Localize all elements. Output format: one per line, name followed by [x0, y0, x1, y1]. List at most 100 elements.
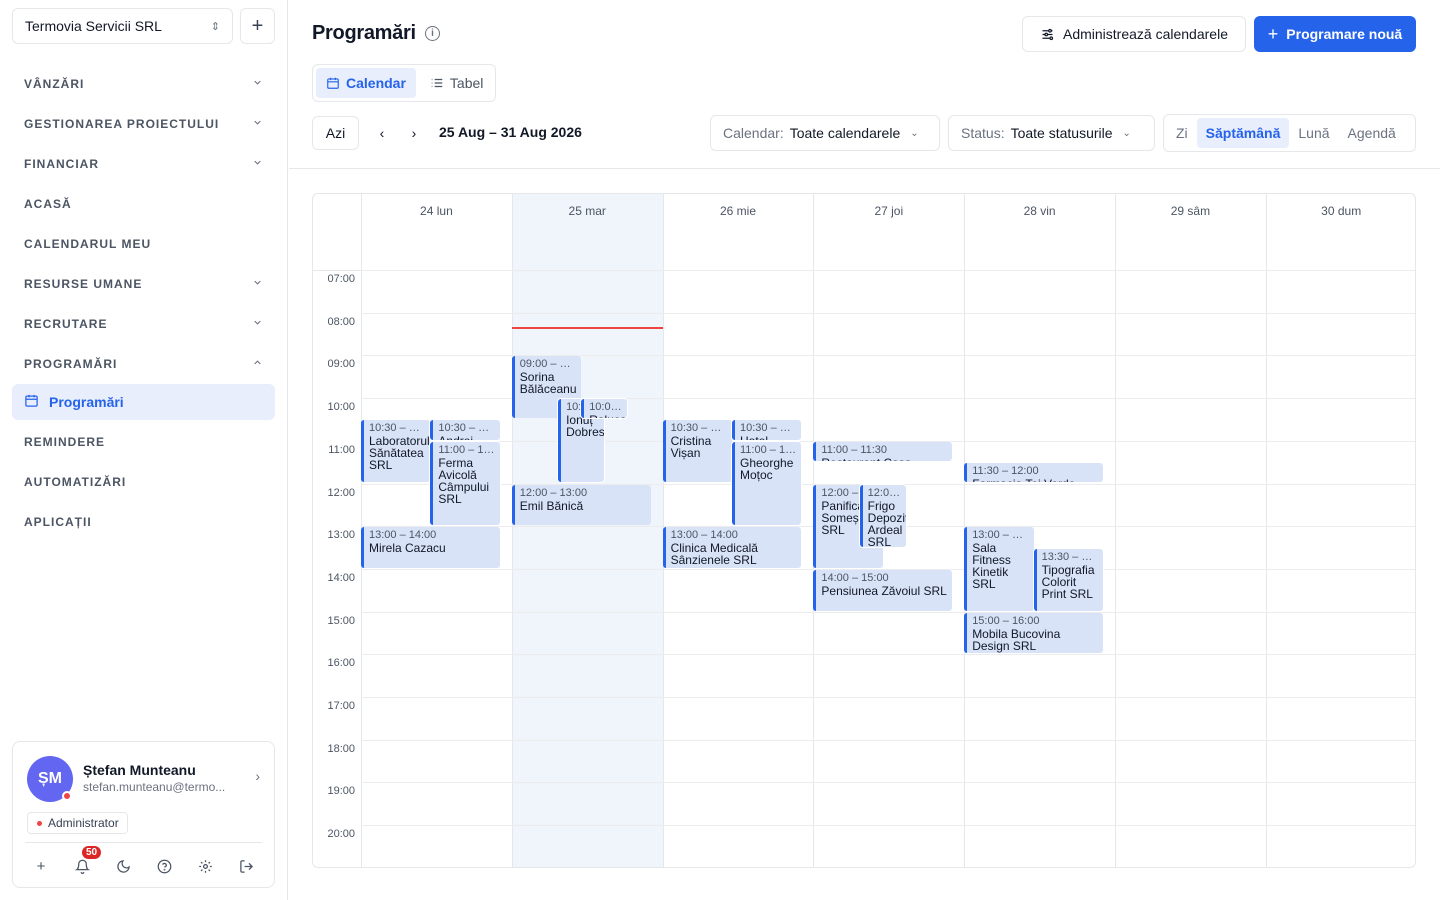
bell-icon[interactable]: 50 — [68, 846, 102, 880]
appointment-event[interactable]: 10:30 – 12:00Cristina Vișan — [662, 420, 732, 483]
day-header[interactable]: 29 sâm — [1115, 204, 1266, 218]
sidebar-item-aplicatii[interactable]: APLICAȚII — [12, 502, 275, 542]
appointment-title: Mirela Cazacu — [369, 541, 446, 556]
appointment-event[interactable]: 15:00 – 16:00 Mobila Bucovina Design SRL — [964, 612, 1103, 654]
new-appointment-button[interactable]: + Programare nouă — [1254, 16, 1416, 52]
appointment-event[interactable]: 11:30 – 12:00Farmacia Tei Verde — [964, 463, 1103, 483]
gear-icon[interactable] — [191, 852, 219, 880]
chevron-down-icon — [252, 117, 263, 131]
day-header[interactable]: 30 dum — [1266, 204, 1415, 218]
day-header[interactable]: 28 vin — [964, 204, 1115, 218]
sidebar-item-acasa[interactable]: ACASĂ — [12, 184, 275, 224]
appointment-title: Hotel — [740, 435, 796, 439]
sidebar-item-label: VÂNZĂRI — [24, 77, 85, 91]
chevron-right-icon[interactable]: › — [255, 768, 260, 784]
appointment-title: Laboratorul Sănătatea SRL — [369, 434, 430, 473]
hour-label: 08:00 — [327, 315, 355, 328]
appointment-event[interactable]: 11:00 – 13:00Ferma Avicolă Câmpului SRL — [430, 441, 500, 526]
sidebar-item-label: CALENDARUL MEU — [24, 237, 152, 251]
info-icon[interactable]: i — [425, 26, 440, 41]
manage-calendars-label: Administrează calendarele — [1063, 26, 1228, 42]
tab-calendar[interactable]: Calendar — [316, 68, 416, 98]
sidebar-item-automatizari[interactable]: AUTOMATIZĂRI — [12, 462, 275, 502]
calendar-filter[interactable]: Calendar: Toate calendarele ⌄ — [710, 115, 940, 151]
moon-icon[interactable] — [109, 852, 137, 880]
appointment-time: 13:30 – 15:00 — [1041, 550, 1098, 563]
appointment-title: Sorina Bălăceanu — [519, 370, 577, 397]
sidebar-item-financiar[interactable]: FINANCIAR — [12, 144, 275, 184]
help-icon[interactable] — [150, 852, 178, 880]
appointment-time: 11:00 – 11:30 — [821, 443, 888, 456]
sidebar-item-calendarul-meu[interactable]: CALENDARUL MEU — [12, 224, 275, 264]
appointment-event[interactable]: 10:30 – 12:00Laboratorul Sănătatea SRL — [361, 420, 431, 483]
sidebar-item-recrutare[interactable]: RECRUTARE — [12, 304, 275, 344]
tab-saptamana[interactable]: Săptămână — [1196, 118, 1290, 148]
tab-agenda[interactable]: Agendă — [1339, 118, 1405, 148]
day-header[interactable]: 24 lun — [361, 204, 512, 218]
appointment-time: 13:00 – 15:00 — [972, 529, 1028, 542]
sidebar-item-remindere[interactable]: REMINDERE — [12, 422, 275, 462]
today-button[interactable]: Azi — [312, 116, 359, 150]
hour-label: 17:00 — [327, 700, 355, 712]
appointment-event[interactable]: 13:00 – 15:00Sala Fitness Kinetik SRL — [964, 527, 1034, 611]
user-name[interactable]: Ștefan Munteanu — [83, 762, 196, 778]
tab-zi[interactable]: Zi — [1167, 118, 1197, 148]
sidebar-item-resurse-umane[interactable]: RESURSE UMANE — [12, 264, 275, 304]
appointment-event[interactable]: 14:00 – 15:00 Pensiunea Zăvoiul SRL — [813, 569, 953, 611]
user-card: ȘM Ștefan Munteanu stefan.munteanu@termo… — [12, 741, 275, 888]
hour-line — [361, 825, 1415, 827]
chevron-down-icon — [252, 77, 263, 91]
appointment-event[interactable]: 13:00 – 14:00 Mirela Cazacu — [361, 527, 500, 568]
appointment-event[interactable]: 11:00 – 11:30Restaurant Casa — [813, 441, 953, 462]
chevron-right-icon[interactable]: › — [404, 122, 424, 144]
appointment-event[interactable]: 13:00 – 14:00 Clinica Medicală Sânzienele… — [662, 527, 802, 568]
organization-selector[interactable]: Termovia Servicii SRL ⇕ — [12, 8, 233, 44]
appointment-event[interactable]: 11:00 – 13:00Gheorghe Moțoc — [732, 441, 802, 526]
appointment-event[interactable]: 10:30 – 11:00Andrei — [430, 420, 500, 440]
appointment-time: 12:00 – 13:00 — [519, 486, 588, 499]
appointment-title: Mobila Bucovina Design SRL — [972, 626, 1061, 653]
chevron-down-icon — [252, 277, 263, 291]
sidebar-item-label: AUTOMATIZĂRI — [24, 475, 127, 489]
appointment-event[interactable]: 10:30 – 11:00Hotel — [732, 420, 802, 440]
page-title: Programări — [312, 22, 416, 44]
hour-label: 20:00 — [327, 828, 355, 841]
day-header[interactable]: 26 mie — [663, 204, 814, 218]
sidebar-item-programari[interactable]: PROGRAMĂRI — [12, 344, 275, 384]
appointment-event[interactable]: 13:30 – 15:00Tipografia Colorit Print SR… — [1033, 548, 1103, 611]
sidebar-item-programari-active[interactable]: Programări — [12, 384, 275, 420]
logout-icon[interactable] — [232, 852, 260, 880]
chevron-left-icon[interactable]: ‹ — [372, 122, 392, 144]
view-switcher: Calendar Tabel — [312, 64, 496, 102]
appointment-event[interactable]: 12:00 – 13:30Frigo Depozit Ardeal SRL — [859, 484, 906, 547]
hour-label: 09:00 — [327, 358, 355, 371]
appointment-time: 15:00 – 16:00 — [972, 614, 1040, 627]
day-header[interactable]: 27 joi — [813, 204, 964, 218]
plus-icon: + — [251, 14, 264, 37]
plus-icon[interactable]: + — [27, 852, 55, 880]
sidebar: Termovia Servicii SRL ⇕ + VÂNZĂRI GESTION… — [0, 0, 288, 900]
sidebar-item-gestionarea-proiectului[interactable]: GESTIONAREA PROIECTULUI — [12, 104, 275, 144]
date-range-label: 25 Aug – 31 Aug 2026 — [439, 124, 582, 140]
sidebar-item-label: PROGRAMĂRI — [24, 357, 118, 371]
sidebar-item-label: RECRUTARE — [24, 317, 108, 331]
manage-calendars-button[interactable]: Administrează calendarele — [1022, 16, 1246, 52]
appointment-title: Tipografia Colorit Print SRL — [1041, 562, 1095, 601]
sidebar-item-vanzari[interactable]: VÂNZĂRI — [12, 64, 275, 104]
tab-table[interactable]: Tabel — [420, 68, 493, 98]
range-switcher: Zi Săptămână Lună Agendă — [1163, 114, 1416, 152]
chevron-up-down-icon: ⇕ — [210, 20, 220, 33]
appointment-event[interactable]: 12:00 – 13:00 Emil Bănică — [511, 484, 651, 526]
day-header[interactable]: 25 mar — [512, 204, 663, 218]
appointment-event[interactable]: 10:00 – 10:30Raluca — [581, 399, 628, 419]
role-badge: Administrator — [27, 812, 128, 834]
status-filter[interactable]: Status: Toate statusurile ⌄ — [948, 115, 1155, 151]
tab-luna[interactable]: Lună — [1289, 118, 1338, 148]
appointment-title: Clinica Medicală Sânzienele SRL — [670, 541, 758, 568]
organization-name: Termovia Servicii SRL — [25, 18, 162, 34]
hour-label: 11:00 — [328, 443, 355, 456]
appointment-title: Ferma Avicolă Câmpului SRL — [438, 455, 490, 506]
hour-line — [361, 312, 1415, 314]
add-organization-button[interactable]: + — [240, 8, 275, 44]
user-email: stefan.munteanu@termo... — [83, 780, 226, 794]
